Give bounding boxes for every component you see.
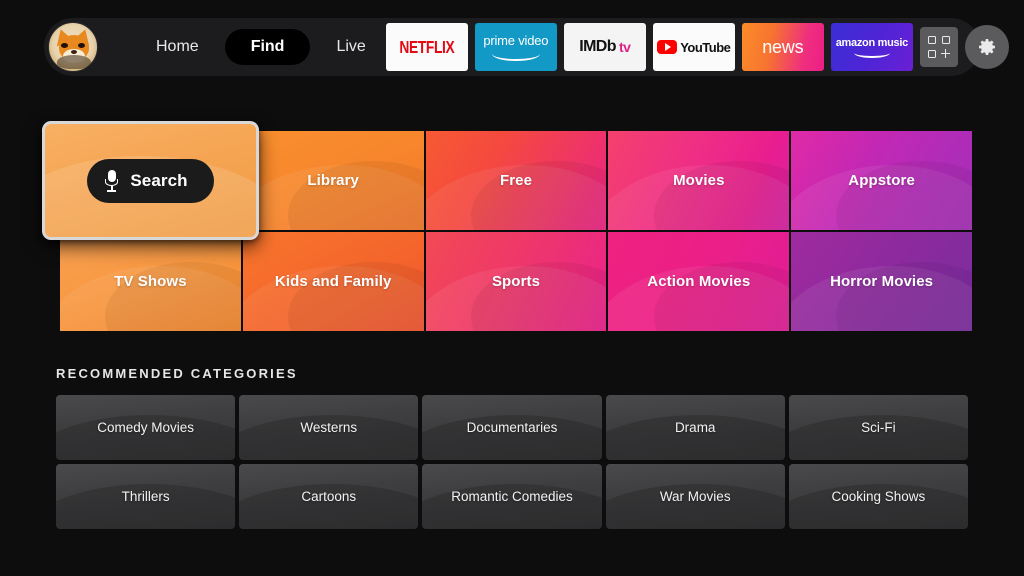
category-label: Horror Movies [830, 273, 934, 290]
avatar-chin [57, 55, 91, 69]
recommended-label: War Movies [659, 489, 731, 504]
apps-grid-square-1 [927, 36, 936, 44]
category-label: Sports [491, 273, 541, 290]
category-label: Movies [673, 172, 725, 189]
app-shortcut-amazon-music[interactable]: amazon music [830, 23, 913, 71]
microphone-icon [105, 169, 119, 192]
recommended-label: Romantic Comedies [451, 489, 573, 504]
avatar-nose [71, 50, 77, 54]
recommended-label: Thrillers [121, 489, 170, 504]
avatar-eye-right [78, 43, 85, 48]
recommended-tile-sci-fi[interactable]: Sci-Fi [788, 395, 968, 460]
category-label: Free [499, 172, 533, 189]
recommended-label: Sci-Fi [861, 420, 896, 435]
app-shortcut-imdb-tv[interactable]: IMDb tv [563, 23, 646, 71]
category-label: Kids and Family [274, 273, 392, 290]
plus-icon [940, 49, 950, 58]
category-label: Appstore [848, 172, 915, 189]
fire-tv-screen: Home Find Live NETFLIX prime video IMDb … [0, 0, 1024, 576]
recommended-label: Cartoons [301, 489, 357, 504]
top-navigation-bar: Home Find Live NETFLIX prime video IMDb … [44, 18, 1009, 76]
tile-wave-overlay-2 [470, 160, 607, 230]
youtube-logo-text: YouTube [680, 39, 731, 55]
prime-video-logo-text: prime video [483, 32, 549, 48]
nav-item-find[interactable]: Find [224, 29, 311, 65]
app-shortcut-prime-video[interactable]: prime video [474, 23, 557, 71]
recommended-label: Westerns [300, 420, 358, 435]
category-tile-tv-shows[interactable]: TV Shows [60, 232, 241, 331]
search-button[interactable]: Search [87, 158, 214, 203]
category-tile-movies[interactable]: Movies [608, 131, 790, 230]
mic-arc [105, 178, 119, 186]
search-tile[interactable]: Search [42, 121, 259, 240]
category-label: Action Movies [647, 273, 751, 290]
category-tile-appstore[interactable]: Appstore [791, 131, 972, 230]
user-avatar[interactable] [48, 22, 98, 72]
avatar-eye-left [61, 43, 68, 48]
news-logo-text: news [762, 36, 804, 57]
app-shortcuts-strip: NETFLIX prime video IMDb tv YouTube news… [385, 23, 1009, 71]
category-tile-kids-and-family[interactable]: Kids and Family [242, 232, 424, 331]
imdb-tv-suffix-text: tv [618, 39, 631, 55]
recommended-tile-war-movies[interactable]: War Movies [605, 464, 785, 529]
recommended-tile-drama[interactable]: Drama [605, 395, 785, 460]
amazon-smile-icon [491, 49, 540, 61]
apps-grid-square-3 [927, 50, 936, 58]
category-tile-free[interactable]: Free [425, 131, 607, 230]
recommended-label: Cooking Shows [831, 489, 926, 504]
netflix-logo-text: NETFLIX [399, 36, 455, 58]
category-tile-library[interactable]: Library [242, 131, 424, 230]
recommended-categories-grid: Comedy Movies Westerns Documentaries Dra… [56, 395, 968, 529]
category-tile-action-movies[interactable]: Action Movies [608, 232, 790, 331]
category-tile-horror-movies[interactable]: Horror Movies [791, 232, 972, 331]
nav-links: Home Find Live [136, 29, 386, 65]
mic-base [107, 189, 117, 192]
gear-icon [978, 39, 995, 56]
amazon-music-smile-icon [853, 50, 890, 58]
recommended-tile-cartoons[interactable]: Cartoons [239, 464, 419, 529]
category-tile-sports[interactable]: Sports [425, 232, 607, 331]
recommended-tile-westerns[interactable]: Westerns [239, 395, 419, 460]
recommended-tile-documentaries[interactable]: Documentaries [422, 395, 602, 460]
recommended-label: Drama [674, 420, 716, 435]
search-label: Search [130, 170, 188, 190]
app-shortcut-netflix[interactable]: NETFLIX [385, 23, 468, 71]
category-label: Library [307, 172, 359, 189]
apps-grid-square-2 [941, 36, 950, 44]
app-shortcut-news[interactable]: news [741, 23, 824, 71]
settings-button[interactable] [964, 25, 1009, 69]
nav-item-live[interactable]: Live [316, 29, 385, 65]
recommended-categories-heading: Recommended Categories [56, 366, 298, 381]
recommended-label: Comedy Movies [97, 420, 194, 435]
amazon-music-logo-text: amazon music [835, 36, 909, 49]
apps-grid-icon [927, 36, 950, 58]
apps-library-button[interactable] [919, 27, 958, 67]
recommended-tile-romantic-comedies[interactable]: Romantic Comedies [422, 464, 602, 529]
imdb-logo-text: IMDb [579, 38, 616, 55]
recommended-tile-thrillers[interactable]: Thrillers [56, 464, 236, 529]
youtube-play-icon [657, 40, 678, 54]
category-label: TV Shows [114, 273, 187, 290]
recommended-tile-cooking-shows[interactable]: Cooking Shows [788, 464, 968, 529]
recommended-tile-comedy-movies[interactable]: Comedy Movies [56, 395, 236, 460]
app-shortcut-youtube[interactable]: YouTube [652, 23, 735, 71]
nav-item-home[interactable]: Home [136, 29, 219, 65]
recommended-label: Documentaries [466, 420, 558, 435]
